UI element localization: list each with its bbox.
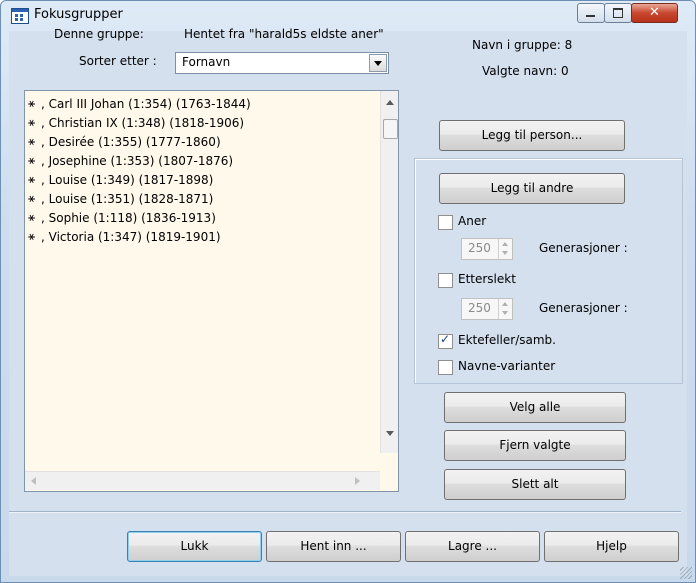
- ancestors-checkbox[interactable]: [438, 215, 453, 230]
- horizontal-scrollbar[interactable]: [25, 471, 380, 490]
- name-variants-label: Navne-varianter: [458, 359, 556, 373]
- person-list[interactable]: ⚹, Carl III Johan (1:354) (1763-1844) ⚹,…: [24, 90, 399, 492]
- descendants-generations-spinner[interactable]: 250: [461, 298, 513, 320]
- ancestors-label: Aner: [458, 214, 487, 228]
- descendants-generations-value: 250: [468, 301, 491, 315]
- app-icon: [11, 8, 29, 24]
- load-button[interactable]: Hent inn ...: [266, 531, 401, 562]
- sort-label: Sorter etter :: [79, 54, 157, 68]
- person-icon: ⚹: [28, 191, 36, 205]
- spinner-arrows-icon[interactable]: [498, 299, 512, 319]
- dialog-window: Fokusgrupper ✕ Denne gruppe: Hentet fra …: [0, 0, 696, 583]
- scroll-right-icon[interactable]: [355, 477, 360, 485]
- person-icon: ⚹: [28, 96, 36, 110]
- group-value: Hentet fra "harald5s eldste aner": [184, 27, 384, 41]
- person-icon: ⚹: [28, 115, 36, 129]
- add-person-button[interactable]: Legg til person...: [439, 120, 625, 151]
- person-icon: ⚹: [28, 229, 36, 243]
- add-others-button[interactable]: Legg til andre: [439, 173, 625, 204]
- selected-names-count: Valgte navn: 0: [482, 64, 569, 78]
- minimize-button[interactable]: [577, 3, 605, 23]
- resize-grip-icon[interactable]: [680, 567, 692, 579]
- scroll-up-icon[interactable]: [386, 100, 394, 105]
- ancestors-generations-value: 250: [468, 241, 491, 255]
- minimize-icon: [586, 15, 595, 17]
- ancestors-generations-label: Generasjoner :: [539, 241, 628, 255]
- name-variants-checkbox[interactable]: [438, 360, 453, 375]
- descendants-checkbox[interactable]: [438, 273, 453, 288]
- person-icon: ⚹: [28, 134, 36, 148]
- select-all-button[interactable]: Velg alle: [444, 392, 626, 423]
- group-label: Denne gruppe:: [54, 27, 144, 41]
- spouses-label: Ektefeller/samb.: [458, 333, 556, 347]
- scrollbar-thumb[interactable]: [383, 119, 398, 139]
- descendants-generations-label: Generasjoner :: [539, 301, 628, 315]
- save-button[interactable]: Lagre ...: [405, 531, 540, 562]
- sort-select-value: Fornavn: [182, 55, 231, 69]
- spinner-arrows-icon[interactable]: [498, 239, 512, 259]
- close-icon: ✕: [649, 5, 660, 20]
- help-button[interactable]: Hjelp: [544, 531, 679, 562]
- spouses-checkbox[interactable]: [438, 332, 453, 349]
- person-icon: ⚹: [28, 210, 36, 224]
- person-icon: ⚹: [28, 153, 36, 167]
- maximize-button[interactable]: [604, 3, 632, 23]
- remove-selected-button[interactable]: Fjern valgte: [444, 430, 626, 461]
- names-in-group-count: Navn i gruppe: 8: [472, 38, 573, 52]
- chevron-down-icon[interactable]: [369, 54, 387, 72]
- footer-separator: [9, 511, 681, 513]
- descendants-label: Etterslekt: [458, 272, 516, 286]
- scroll-down-icon[interactable]: [386, 431, 394, 436]
- delete-all-button[interactable]: Slett alt: [444, 469, 626, 500]
- window-title: Fokusgrupper: [34, 7, 123, 22]
- ancestors-generations-spinner[interactable]: 250: [461, 238, 513, 260]
- scroll-left-icon[interactable]: [31, 477, 36, 485]
- maximize-icon: [613, 8, 623, 18]
- vertical-scrollbar[interactable]: [380, 91, 398, 453]
- sort-select[interactable]: Fornavn: [175, 52, 389, 74]
- close-button[interactable]: Lukk: [127, 531, 262, 562]
- close-window-button[interactable]: ✕: [631, 3, 678, 23]
- person-icon: ⚹: [28, 172, 36, 186]
